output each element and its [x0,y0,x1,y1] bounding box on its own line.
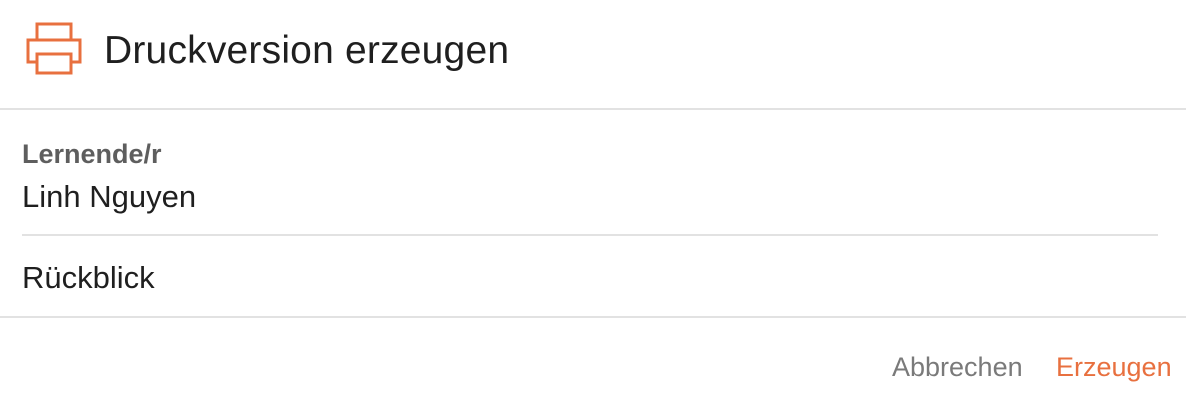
dialog-header: Druckversion erzeugen [0,0,1186,110]
create-button[interactable]: Erzeugen [1056,350,1172,384]
learner-name: Linh Nguyen [22,179,197,214]
dialog-footer: Abbrechen Erzeugen [0,318,1186,406]
option-label: Rückblick [22,260,155,295]
printer-icon [26,22,82,76]
learner-field: Lernende/r Linh Nguyen [22,134,1158,236]
option-rueckblick[interactable]: Rückblick [0,236,1186,318]
print-dialog: Druckversion erzeugen Lernende/r Linh Ng… [0,0,1186,406]
cancel-button[interactable]: Abbrechen [892,350,1023,384]
dialog-title: Druckversion erzeugen [104,29,510,72]
learner-label: Lernende/r [22,139,162,169]
